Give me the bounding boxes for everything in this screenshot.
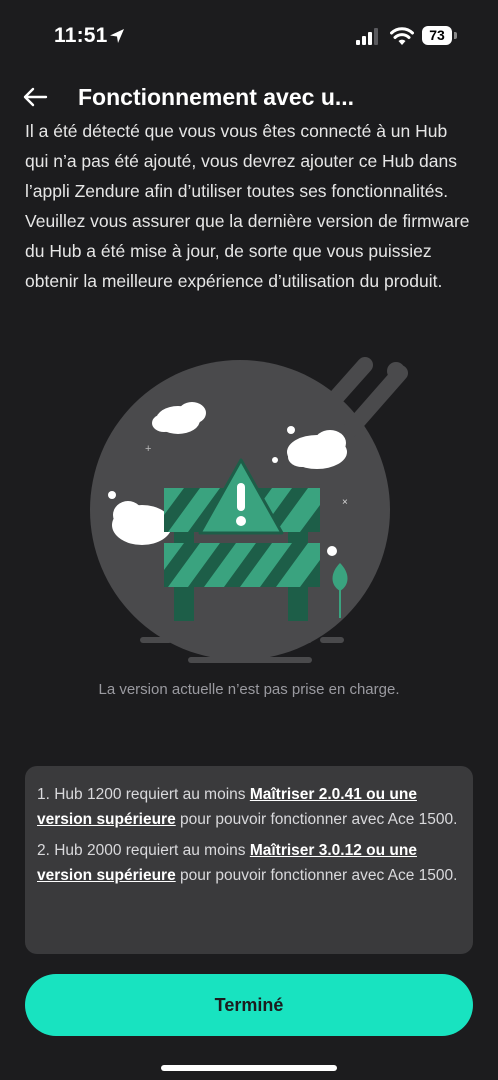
intro-text: Il a été détecté que vous vous êtes conn…: [25, 121, 470, 291]
done-button[interactable]: Terminé: [25, 974, 473, 1036]
svg-text:+: +: [145, 443, 151, 455]
cellular-signal-icon: [356, 28, 378, 45]
wifi-icon: [390, 27, 414, 45]
home-indicator: [161, 1065, 337, 1071]
back-arrow-icon[interactable]: [22, 84, 48, 110]
svg-text:×: ×: [342, 497, 348, 508]
header: Fonctionnement avec u...: [0, 80, 498, 118]
unsupported-version-caption: La version actuelle n’est pas prise en c…: [98, 681, 400, 698]
requirement-item-2: 2. Hub 2000 requiert au moins Maîtriser …: [37, 838, 461, 888]
requirements-card: 1. Hub 1200 requiert au moins Maîtriser …: [25, 766, 473, 954]
status-bar: 11:51 73: [0, 0, 498, 70]
requirement-text: 1. Hub 1200 requiert au moins: [37, 786, 250, 803]
status-time: 11:51: [54, 24, 108, 47]
location-arrow-icon: [110, 29, 124, 43]
battery-indicator: 73: [422, 26, 452, 45]
requirement-item-1: 1. Hub 1200 requiert au moins Maîtriser …: [37, 782, 461, 832]
requirement-text: pour pouvoir fonctionner avec Ace 1500.: [175, 867, 458, 884]
battery-nub: [454, 32, 457, 39]
requirement-text: pour pouvoir fonctionner avec Ace 1500.: [175, 811, 458, 828]
page-title: Fonctionnement avec u...: [78, 84, 355, 110]
barrier-warning-illustration: + ×: [90, 357, 408, 663]
requirement-text: 2. Hub 2000 requiert au moins: [37, 842, 250, 859]
